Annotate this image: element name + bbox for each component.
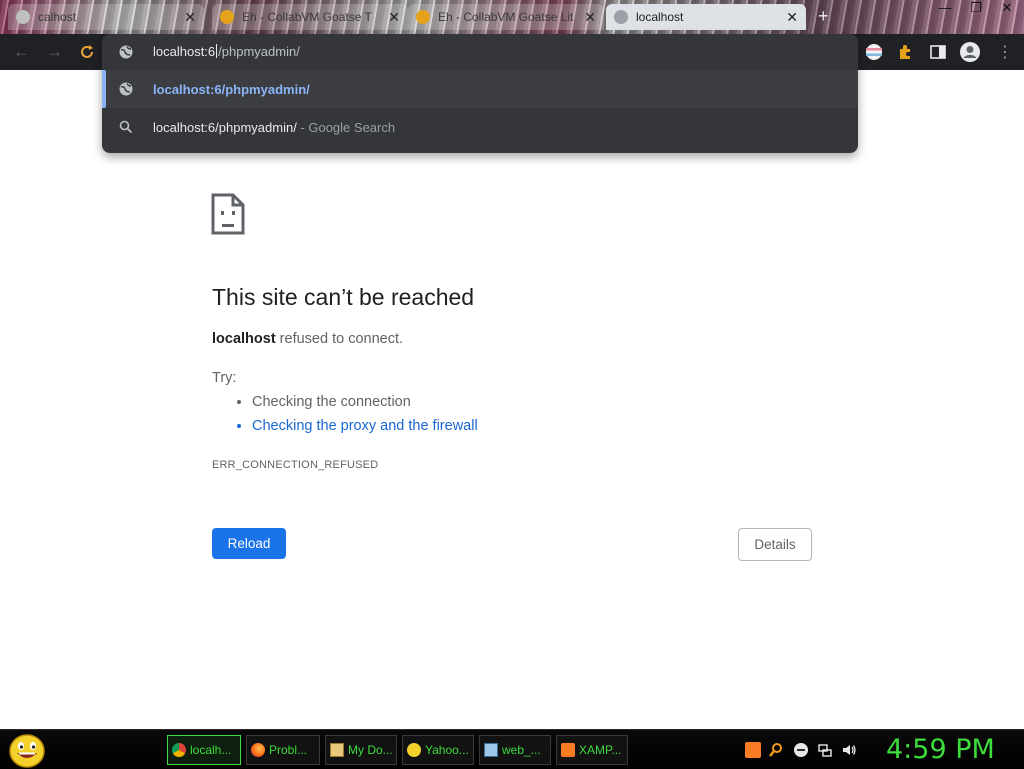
error-message-text: refused to connect. xyxy=(275,331,404,347)
text-caret xyxy=(216,44,218,58)
tab-localhost-inactive[interactable]: calhost ✕ xyxy=(8,4,204,30)
globe-icon xyxy=(119,82,133,96)
taskbar-item-label: XAMP... xyxy=(579,743,622,757)
restore-button[interactable]: ❐ xyxy=(961,0,991,18)
error-code: ERR_CONNECTION_REFUSED xyxy=(212,459,379,471)
taskbar-item-notepad[interactable]: web_... xyxy=(479,735,551,765)
menu-kebab-icon[interactable]: ⋮ xyxy=(997,42,1013,62)
globe-icon xyxy=(16,10,30,24)
tab-localhost-active[interactable]: localhost ✕ xyxy=(606,4,806,30)
tab-close-icon[interactable]: ✕ xyxy=(584,9,596,26)
minimize-button[interactable]: — xyxy=(930,0,960,18)
tab-title: localhost xyxy=(636,10,684,24)
firefox-icon xyxy=(251,743,265,757)
tab-strip: calhost ✕ Eh - CollabVM Goatse T ✕ Eh - … xyxy=(0,0,1024,34)
volume-tray-icon[interactable] xyxy=(841,742,857,758)
taskbar-item-chrome[interactable]: localh... xyxy=(167,735,241,765)
suggestion-suffix: - Google Search xyxy=(296,120,396,135)
side-panel-icon[interactable] xyxy=(928,42,948,62)
profile-avatar-icon[interactable] xyxy=(959,41,981,63)
address-text[interactable]: localhost:6/phpmyadmin/ xyxy=(153,44,300,59)
try-label: Try: xyxy=(212,370,237,386)
taskbar-item-label: Yahoo... xyxy=(425,743,469,757)
tab-close-icon[interactable]: ✕ xyxy=(184,9,196,26)
suggestion-proxy-firewall-link[interactable]: Checking the proxy and the firewall xyxy=(252,418,478,442)
documents-icon xyxy=(330,743,344,757)
suggestion-checking-connection: Checking the connection xyxy=(252,394,478,418)
collabvm-favicon-icon xyxy=(416,10,430,24)
taskbar-item-label: Probl... xyxy=(269,743,308,757)
tab-collabvm-2[interactable]: Eh - CollabVM Goatse Lit ✕ xyxy=(408,4,604,30)
taskbar-item-firefox[interactable]: Probl... xyxy=(246,735,320,765)
autocomplete-text: /phpmyadmin/ xyxy=(218,44,300,59)
notepad-icon xyxy=(484,743,498,757)
minus-circle-tray-icon[interactable] xyxy=(793,742,809,758)
close-window-button[interactable]: ✕ xyxy=(992,0,1022,18)
yahoo-messenger-icon xyxy=(407,743,421,757)
taskbar: localh... Probl... My Do... Yahoo... web… xyxy=(0,729,1024,769)
forward-arrow-icon[interactable]: → xyxy=(46,42,63,62)
suggestion-text: localhost:6/phpmyadmin/ - Google Search xyxy=(153,120,395,135)
translate-flag-icon[interactable] xyxy=(864,42,884,62)
address-bar[interactable]: localhost:6/phpmyadmin/ xyxy=(102,34,858,70)
error-message: localhost refused to connect. xyxy=(212,331,403,347)
taskbar-clock[interactable]: 4:59 PM xyxy=(886,734,995,765)
omnibox-suggestion-url[interactable]: localhost:6/phpmyadmin/ xyxy=(102,70,858,108)
details-button[interactable]: Details xyxy=(738,528,812,561)
start-smiley-icon[interactable] xyxy=(8,732,46,768)
error-host: localhost xyxy=(212,331,276,347)
search-icon xyxy=(119,120,133,134)
tab-title: calhost xyxy=(38,10,77,24)
tab-close-icon[interactable]: ✕ xyxy=(786,9,798,26)
extensions-puzzle-icon[interactable] xyxy=(896,42,916,62)
search-tray-icon[interactable] xyxy=(768,742,784,758)
xampp-icon xyxy=(561,743,575,757)
sad-page-icon xyxy=(211,193,245,235)
error-title: This site can’t be reached xyxy=(212,284,475,310)
tab-collabvm-1[interactable]: Eh - CollabVM Goatse T ✕ xyxy=(212,4,408,30)
taskbar-item-label: My Do... xyxy=(348,743,393,757)
omnibox-dropdown: localhost:6/phpmyadmin/ localhost:6/phpm… xyxy=(102,34,858,153)
globe-icon xyxy=(119,45,133,59)
suggestion-text: localhost:6/phpmyadmin/ xyxy=(153,82,310,97)
suggestion-query: localhost:6/phpmyadmin/ xyxy=(153,120,297,135)
chrome-icon xyxy=(172,743,186,757)
taskbar-item-label: web_... xyxy=(502,743,541,757)
xampp-tray-icon[interactable] xyxy=(745,742,761,758)
new-tab-button[interactable]: + xyxy=(818,6,829,27)
reload-button[interactable]: Reload xyxy=(212,528,286,559)
omnibox-suggestion-search[interactable]: localhost:6/phpmyadmin/ - Google Search xyxy=(102,108,858,146)
network-tray-icon[interactable] xyxy=(817,742,833,758)
reload-icon[interactable] xyxy=(77,42,97,62)
typed-text: localhost:6 xyxy=(153,44,216,59)
taskbar-item-xampp[interactable]: XAMP... xyxy=(556,735,628,765)
suggestion-list: Checking the connection Checking the pro… xyxy=(234,394,478,442)
back-arrow-icon[interactable]: ← xyxy=(13,42,30,62)
collabvm-favicon-icon xyxy=(220,10,234,24)
tab-title: Eh - CollabVM Goatse Lit xyxy=(438,10,574,24)
tab-title: Eh - CollabVM Goatse T xyxy=(242,10,372,24)
tab-close-icon[interactable]: ✕ xyxy=(388,9,400,26)
taskbar-item-yahoo[interactable]: Yahoo... xyxy=(402,735,474,765)
taskbar-item-my-documents[interactable]: My Do... xyxy=(325,735,397,765)
taskbar-item-label: localh... xyxy=(190,743,232,757)
globe-icon xyxy=(614,10,628,24)
